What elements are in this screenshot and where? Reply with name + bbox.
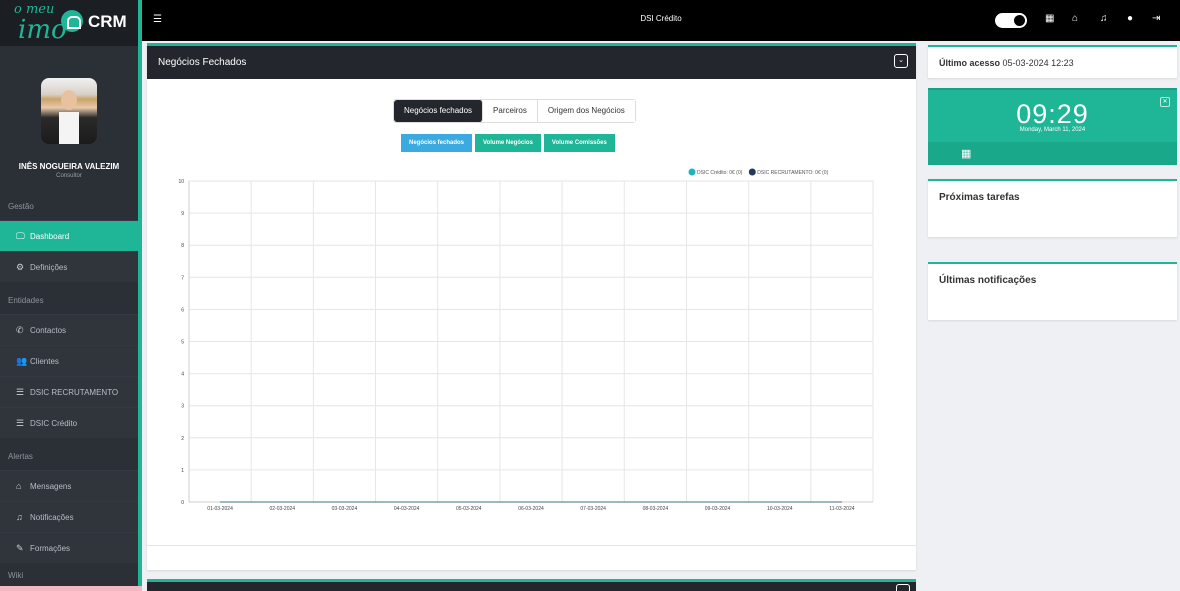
- y-tick-label: 1: [181, 468, 184, 474]
- sidebar-section-title: Wiki: [0, 563, 138, 587]
- sidebar-item[interactable]: ☰ DSIC Crédito: [0, 407, 138, 438]
- clock-widget: ✕ 09:29 Monday, March 11, 2024 ▦: [928, 88, 1177, 165]
- sidebar-item-label: Dashboard: [30, 231, 70, 241]
- sidebar-item[interactable]: 👥 Clientes: [0, 345, 138, 376]
- calendar-icon[interactable]: ▦: [1045, 13, 1054, 24]
- clock-time: 09:29: [1016, 99, 1089, 129]
- sidebar: o meu imo CRM INÊS NOGUEIRA VALEZIM Cons…: [0, 0, 142, 591]
- sidebar-nav: Gestão 🖵 Dashboard ⚙ Definições Entidades ✆ Con…: [0, 188, 138, 587]
- sidebar-item-label: Formações: [30, 543, 71, 553]
- x-tick-label: 01-03-2024: [207, 506, 233, 512]
- y-tick-label: 6: [181, 307, 184, 313]
- sidebar-item-label: Definições: [30, 262, 68, 272]
- x-tick-label: 08-03-2024: [643, 506, 669, 512]
- x-tick-label: 05-03-2024: [456, 506, 482, 512]
- monitor-icon: 🖵: [16, 230, 25, 241]
- last-access-card: Último acesso 05-03-2024 12:23: [928, 45, 1177, 78]
- collapse-button[interactable]: ⌄: [894, 54, 908, 68]
- legend-label[interactable]: DSIC RECRUTAMENTO: 0€ (0): [757, 170, 828, 176]
- y-tick-label: 5: [181, 340, 184, 346]
- notifications-card: Últimas notificações: [928, 262, 1177, 320]
- calendar-icon[interactable]: ▦: [961, 147, 971, 160]
- users-icon: 👥: [16, 355, 28, 366]
- theme-toggle[interactable]: [995, 13, 1027, 28]
- sidebar-item[interactable]: ⌂ Mensagens: [0, 470, 138, 501]
- sidebar-item[interactable]: ✎ Formações: [0, 532, 138, 563]
- user-role: Consultor: [56, 173, 82, 179]
- user-name: INÊS NOGUEIRA VALEZIM: [18, 162, 120, 171]
- gear-icon: ⚙: [16, 261, 25, 272]
- panel-footer-divider: [147, 545, 916, 546]
- sidebar-item-label: Mensagens: [30, 481, 72, 491]
- panel-header: Negócios Fechados ⌄: [147, 46, 916, 79]
- sidebar-section-title: Gestão: [0, 188, 138, 220]
- sidebar-item[interactable]: 🖵 Dashboard: [0, 220, 138, 251]
- sidebar-item-label: DSIC Crédito: [30, 418, 78, 428]
- x-tick-label: 02-03-2024: [269, 506, 295, 512]
- last-access-value: 05-03-2024 12:23: [1002, 58, 1074, 68]
- y-tick-label: 0: [181, 500, 184, 506]
- y-tick-label: 4: [181, 372, 184, 378]
- y-tick-label: 10: [178, 179, 184, 185]
- bell-icon: ♫: [16, 512, 23, 522]
- legend-label[interactable]: DSIC Crédito: 0€ (0): [697, 170, 743, 176]
- x-tick-label: 09-03-2024: [705, 506, 731, 512]
- sidebar-section-title: Alertas: [0, 438, 138, 470]
- logo[interactable]: o meu imo CRM: [0, 0, 138, 46]
- y-tick-label: 7: [181, 275, 184, 281]
- x-tick-label: 07-03-2024: [580, 506, 606, 512]
- sidebar-item[interactable]: ☰ DSIC RECRUTAMENTO: [0, 376, 138, 407]
- closed-deals-chart: 0 1 2 3 4 5 6 7 8 9 10 01-03-2024 02-03-2024 03-03-20…: [178, 168, 874, 512]
- collapse-button[interactable]: [896, 584, 910, 591]
- last-access-label: Último acesso: [939, 58, 1001, 68]
- sidebar-item[interactable]: ✆ Contactos: [0, 314, 138, 345]
- chat-icon[interactable]: ●: [1127, 13, 1133, 24]
- panel-title: Negócios Fechados: [158, 57, 247, 68]
- clock-date: Monday, March 11, 2024: [1019, 127, 1086, 133]
- y-tick-label: 3: [181, 404, 184, 410]
- second-panel-header: [147, 579, 916, 591]
- y-tick-label: 9: [181, 211, 184, 217]
- house-icon: [61, 10, 83, 32]
- list-icon: ☰: [16, 417, 25, 428]
- sidebar-item-label: Contactos: [30, 325, 67, 335]
- wiki-strip: [0, 586, 142, 591]
- logout-icon[interactable]: ⇥: [1152, 13, 1160, 24]
- pencil-icon: ✎: [16, 542, 24, 553]
- logo-text: o meu imo: [14, 2, 67, 45]
- user-profile: INÊS NOGUEIRA VALEZIM Consultor: [0, 46, 138, 188]
- sidebar-item[interactable]: ⚙ Definições: [0, 251, 138, 282]
- closed-deals-panel: Negócios Fechados ⌄ Negócios fechados Par…: [147, 43, 916, 570]
- next-tasks-title: Próximas tarefas: [939, 192, 1020, 203]
- clock-footer: ▦: [928, 142, 1177, 165]
- legend-swatch[interactable]: [748, 168, 756, 176]
- sidebar-item-label: Notificações: [30, 512, 74, 522]
- x-tick-label: 10-03-2024: [767, 506, 793, 512]
- phone-icon: ✆: [16, 324, 24, 335]
- next-tasks-card: Próximas tarefas: [928, 179, 1177, 237]
- x-tick-label: 06-03-2024: [518, 506, 544, 512]
- inbox-icon[interactable]: ⌂: [1072, 13, 1078, 24]
- avatar[interactable]: [41, 78, 97, 144]
- y-tick-label: 8: [181, 243, 184, 249]
- topbar: ☰ DSI Crédito ▦ ⌂ ♫ ● ⇥: [142, 0, 1180, 41]
- inbox-icon: ⌂: [16, 481, 22, 491]
- x-tick-label: 11-03-2024: [829, 506, 854, 512]
- legend-swatch[interactable]: [688, 168, 696, 176]
- sidebar-item-label: DSIC RECRUTAMENTO: [30, 387, 119, 397]
- notifications-title: Últimas notificações: [939, 275, 1037, 286]
- x-tick-label: 04-03-2024: [394, 506, 420, 512]
- x-tick-label: 03-03-2024: [332, 506, 358, 512]
- logo-crm: CRM: [88, 12, 127, 31]
- sidebar-section-title: Entidades: [0, 282, 138, 314]
- bell-icon[interactable]: ♫: [1100, 13, 1108, 24]
- sidebar-item-label: Clientes: [30, 356, 59, 366]
- y-tick-label: 2: [181, 436, 184, 442]
- list-icon: ☰: [16, 386, 25, 397]
- sidebar-item[interactable]: ♫ Notificações: [0, 501, 138, 532]
